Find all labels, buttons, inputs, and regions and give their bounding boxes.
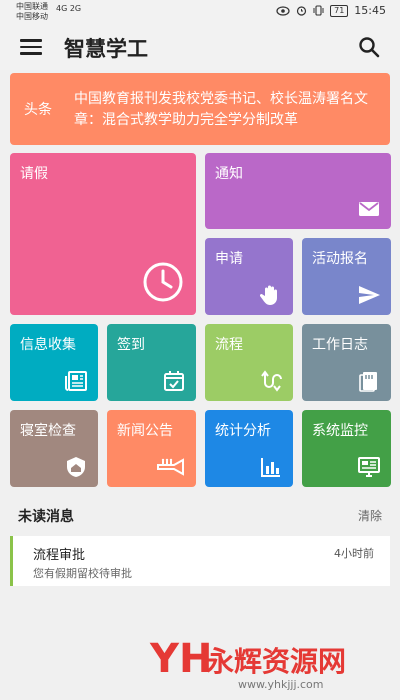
monitor-icon — [358, 457, 380, 477]
clear-button[interactable]: 清除 — [358, 507, 382, 524]
carrier-info: 中国联通 中国移动 — [16, 2, 48, 22]
tile-workflow-label: 流程 — [215, 337, 243, 353]
tile-leave-label: 请假 — [20, 166, 48, 182]
alarm-icon — [297, 6, 307, 16]
watermark-url: www.yhkjjj.com — [238, 678, 324, 691]
signal-indicator: 4G 2G — [56, 4, 82, 13]
status-time: 15:45 — [354, 4, 386, 17]
tile-notice-label: 通知 — [215, 166, 243, 182]
list-item[interactable]: 流程审批 4小时前 您有假期留校待审批 — [10, 536, 390, 586]
watermark: YH 永辉资源网 www.yhkjjj.com — [150, 636, 380, 696]
watermark-logo: YH — [150, 636, 213, 682]
hand-icon — [259, 285, 277, 305]
tile-news-label: 新闻公告 — [117, 423, 173, 439]
tile-apply-label: 申请 — [215, 251, 243, 267]
tile-event-signup-label: 活动报名 — [312, 251, 368, 267]
headline-tag: 头条 — [24, 102, 52, 118]
carrier-1: 中国联通 — [16, 2, 48, 11]
tile-checkin[interactable]: 签到 — [107, 324, 196, 401]
headline-text: 中国教育报刊发我校党委书记、校长温涛署名文章：混合式教学助力完全学分制改革 — [74, 91, 368, 128]
calendar-check-icon — [164, 371, 184, 391]
vibrate-icon — [313, 5, 324, 16]
news-icon — [65, 371, 87, 391]
tile-leave[interactable]: 请假 — [10, 153, 196, 315]
tile-notice[interactable]: 通知 — [205, 153, 391, 229]
clock-icon — [143, 262, 183, 302]
send-icon — [359, 286, 380, 304]
tile-dorm-check-label: 寝室检查 — [20, 423, 76, 439]
menu-icon[interactable] — [20, 39, 42, 55]
tile-workflow[interactable]: 流程 — [205, 324, 293, 401]
tile-work-log[interactable]: 工作日志 — [302, 324, 391, 401]
carrier-2: 中国移动 — [16, 12, 48, 21]
bar-chart-icon — [261, 458, 280, 477]
tile-apply[interactable]: 申请 — [205, 238, 293, 315]
message-time: 4小时前 — [334, 547, 374, 560]
tile-info-collect-label: 信息收集 — [20, 337, 76, 353]
message-title: 流程审批 — [33, 548, 86, 563]
tile-monitor[interactable]: 系统监控 — [302, 410, 391, 487]
watermark-name: 永辉资源网 — [206, 645, 347, 678]
tile-event-signup[interactable]: 活动报名 — [302, 238, 391, 315]
tile-monitor-label: 系统监控 — [312, 423, 368, 439]
tile-stats-label: 统计分析 — [215, 423, 271, 439]
message-subtitle: 您有假期留校待审批 — [33, 567, 132, 580]
status-right: 71 15:45 — [276, 4, 386, 17]
unread-header: 未读消息 清除 — [0, 496, 400, 532]
mail-icon — [359, 202, 379, 216]
app-bar: 智慧学工 — [0, 24, 400, 70]
tile-checkin-label: 签到 — [117, 337, 145, 353]
eye-icon — [276, 5, 290, 16]
notebook-icon — [359, 372, 377, 392]
status-bar: 中国联通 中国移动 4G 2G 71 15:45 — [0, 0, 400, 24]
tile-info-collect[interactable]: 信息收集 — [10, 324, 98, 401]
tile-dorm-check[interactable]: 寝室检查 — [10, 410, 98, 487]
tile-stats[interactable]: 统计分析 — [205, 410, 293, 487]
battery-level: 71 — [330, 4, 349, 17]
tile-work-log-label: 工作日志 — [312, 337, 368, 353]
search-icon[interactable] — [358, 36, 380, 58]
home-shield-icon — [67, 457, 85, 477]
headline-banner[interactable]: 头条 中国教育报刊发我校党委书记、校长温涛署名文章：混合式教学助力完全学分制改革 — [10, 73, 390, 145]
flow-icon — [261, 370, 282, 392]
trumpet-icon — [157, 458, 184, 476]
app-title: 智慧学工 — [64, 37, 148, 61]
tile-news[interactable]: 新闻公告 — [107, 410, 196, 487]
unread-title: 未读消息 — [18, 509, 74, 525]
